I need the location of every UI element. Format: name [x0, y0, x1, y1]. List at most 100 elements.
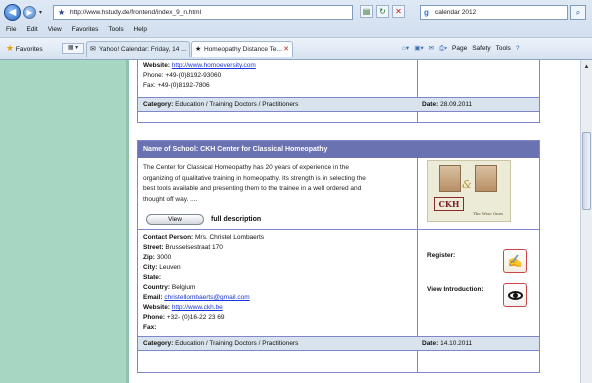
- page-divider: [126, 60, 129, 383]
- row-divider: [138, 97, 539, 98]
- page-viewport: Website: http://www.homoeversity.com Pho…: [0, 60, 580, 383]
- tab-label: Yahoo! Calendar: Friday, 14 ...: [99, 46, 187, 53]
- prev-website-line: Website: http://www.homoeversity.com: [143, 61, 256, 71]
- city: City: Leuven: [143, 263, 181, 273]
- date-label: Date:: [422, 340, 439, 347]
- compatibility-icon[interactable]: ▤: [360, 5, 373, 18]
- city-value: Leuven: [159, 264, 181, 271]
- menu-view[interactable]: View: [48, 24, 62, 36]
- favorites-bar: ★ Favorites ▦ ▾ ✉ Yahoo! Calendar: Frida…: [0, 37, 592, 59]
- command-bar: ⌂▾ ▣▾ ✉ ⎙▾ Page Safety Tools ?: [402, 43, 519, 54]
- left-side-panel: [0, 60, 126, 383]
- contact-label: Contact Person:: [143, 234, 194, 241]
- email: Email: christellombaerts@gmail.com: [143, 293, 250, 303]
- register-button[interactable]: ✍: [503, 249, 527, 273]
- browser-chrome: ◀ ▶ ▾ ★ http://www.hstudy.de/frontend/in…: [0, 0, 592, 60]
- mail-icon[interactable]: ✉: [429, 43, 434, 54]
- phone: Phone: +32- (0)16-22 23 69: [143, 313, 224, 323]
- prev-date: Date: 28.09.2011: [422, 98, 472, 111]
- state: State:: [143, 273, 161, 283]
- logo-ckh-text: CKH: [434, 197, 464, 211]
- description-line: organizing of qualitative training in ho…: [143, 174, 366, 182]
- prev-website-label: Website:: [143, 62, 170, 69]
- search-icon: ⌕: [575, 8, 581, 17]
- forward-button[interactable]: ▶: [23, 6, 36, 19]
- view-introduction-button[interactable]: [503, 283, 527, 307]
- stop-icon[interactable]: ✕: [392, 5, 405, 18]
- scroll-thumb[interactable]: [582, 132, 591, 210]
- home-icon[interactable]: ⌂▾: [402, 43, 409, 54]
- tab-label: Homeopathy Distance Te...: [204, 46, 282, 53]
- portrait-photo: [475, 165, 497, 192]
- favorites-label: Favorites: [15, 46, 43, 53]
- address-bar[interactable]: ★ http://www.hstudy.de/frontend/index_9_…: [53, 5, 353, 20]
- description-line: best tools available and presenting them…: [143, 185, 362, 192]
- listing-card-ckh: Name of School: CKH Center for Classical…: [137, 140, 540, 373]
- menu-edit[interactable]: Edit: [26, 24, 37, 36]
- back-button[interactable]: ◀: [4, 4, 21, 21]
- quick-tabs-button[interactable]: ▦ ▾: [62, 43, 84, 54]
- state-label: State:: [143, 274, 162, 281]
- full-description-label: full description: [211, 216, 262, 223]
- command-tools[interactable]: Tools: [496, 43, 511, 54]
- page-star-icon: ★: [195, 46, 202, 53]
- address-tools: ▤ ↻ ✕: [360, 5, 405, 20]
- website: Website: http://www.ckh.be: [143, 303, 223, 313]
- listing-card-previous: Website: http://www.homoeversity.com Pho…: [137, 60, 540, 123]
- search-button[interactable]: ⌕: [570, 5, 586, 20]
- zip: Zip: 3000: [143, 253, 171, 263]
- print-icon[interactable]: ⎙▾: [439, 43, 447, 54]
- country-value: Belgium: [171, 284, 196, 291]
- menu-file[interactable]: File: [6, 24, 16, 36]
- refresh-icon[interactable]: ↻: [376, 5, 389, 18]
- feeds-icon[interactable]: ▣▾: [414, 43, 423, 54]
- school-logo: & CKH The Wise Ones: [427, 160, 511, 222]
- country-label: Country:: [143, 284, 171, 291]
- menu-help[interactable]: Help: [134, 24, 147, 36]
- back-arrow-icon: ◀: [8, 7, 17, 18]
- column-divider: [417, 60, 418, 122]
- search-input[interactable]: g calendar 2012: [420, 5, 568, 20]
- contact-value: Mrs. Christel Lombaerts: [195, 234, 265, 241]
- help-icon[interactable]: ?: [516, 43, 520, 54]
- search-provider-icon: g: [424, 8, 429, 17]
- contact-person: Contact Person: Mrs. Christel Lombaerts: [143, 233, 264, 243]
- yahoo-icon: ✉: [90, 46, 96, 53]
- scroll-up-arrow-icon[interactable]: ▲: [582, 63, 591, 72]
- city-label: City:: [143, 264, 158, 271]
- street-value: Brusselsestraat 170: [165, 244, 223, 251]
- date: Date: 14.10.2011: [422, 337, 472, 350]
- vertical-scrollbar[interactable]: ▲: [580, 60, 592, 383]
- close-tab-icon[interactable]: ✕: [283, 42, 289, 57]
- website-label: Website:: [143, 304, 170, 311]
- command-safety[interactable]: Safety: [472, 43, 490, 54]
- page-favicon-icon: ★: [58, 8, 66, 17]
- street-label: Street:: [143, 244, 164, 251]
- website-link[interactable]: http://www.ckh.be: [172, 304, 223, 311]
- row-divider: [138, 229, 539, 230]
- tab-yahoo-calendar[interactable]: ✉ Yahoo! Calendar: Friday, 14 ...: [86, 41, 190, 57]
- command-page[interactable]: Page: [452, 43, 467, 54]
- fax-label: Fax:: [143, 324, 157, 331]
- date-value: 14.10.2011: [440, 340, 473, 347]
- menu-bar: File Edit View Favorites Tools Help: [0, 24, 592, 36]
- school-name-header: Name of School: CKH Center for Classical…: [138, 141, 539, 158]
- email-label: Email:: [143, 294, 163, 301]
- recent-pages-dropdown[interactable]: ▾: [39, 9, 42, 16]
- logo-caption: The Wise Ones: [473, 211, 504, 216]
- view-button[interactable]: View: [146, 214, 204, 225]
- row-divider: [138, 350, 539, 351]
- prev-website-link[interactable]: http://www.homoeversity.com: [172, 62, 256, 69]
- favorites-button[interactable]: ★ Favorites: [6, 43, 43, 55]
- menu-tools[interactable]: Tools: [108, 24, 123, 36]
- menu-favorites[interactable]: Favorites: [72, 24, 99, 36]
- email-link[interactable]: christellombaerts@gmail.com: [164, 294, 249, 301]
- view-introduction-label: View Introduction:: [427, 286, 484, 293]
- forward-arrow-icon: ▶: [26, 8, 33, 17]
- register-label: Register:: [427, 252, 456, 259]
- eye-pupil-icon: [513, 293, 518, 298]
- zip-label: Zip:: [143, 254, 155, 261]
- prev-footer-bar: Category: Education / Training Doctors /…: [138, 98, 539, 111]
- tab-homeopathy[interactable]: ★ Homeopathy Distance Te... ✕: [191, 41, 293, 57]
- register-hand-icon: ✍: [507, 254, 523, 268]
